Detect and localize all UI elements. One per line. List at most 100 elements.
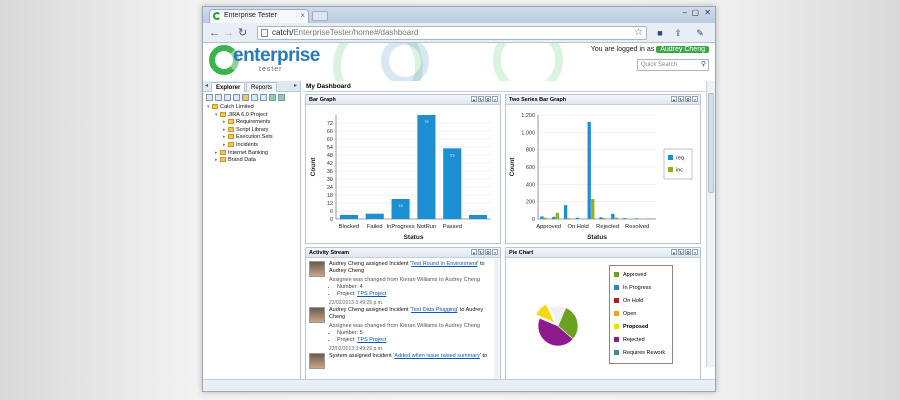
bar-req	[540, 216, 544, 219]
upload-icon[interactable]: ⇪	[673, 27, 683, 39]
activity-item: Audrey Cheng assigned Incident 'Test Dat…	[309, 307, 496, 353]
tab-reports[interactable]: Reports	[246, 82, 278, 92]
pie-chart	[535, 303, 579, 347]
bar-inc	[543, 217, 548, 219]
copy-icon[interactable]	[215, 94, 222, 101]
collapse-icon[interactable]: ▴	[471, 96, 477, 102]
legend-box	[663, 148, 693, 180]
refresh-icon[interactable]: ↻	[478, 249, 484, 255]
new-tab-button[interactable]	[312, 11, 328, 21]
close-icon[interactable]: ×	[492, 96, 498, 102]
dashboard: My Dashboard Bar Graph ▴ ↻ ⚙ × 0 6 12 18 24 30 36…	[303, 81, 705, 381]
forward-arrow-icon[interactable]: →	[223, 26, 234, 40]
bar-req	[599, 217, 603, 219]
project-label: Project:	[337, 291, 358, 297]
legend-swatch	[614, 285, 619, 291]
activity-scrollbar[interactable]	[494, 259, 499, 379]
activity-line: Audrey Cheng assigned Incident '	[329, 261, 412, 267]
settings-icon[interactable]: ⚙	[685, 96, 691, 102]
page-scrollbar-thumb[interactable]	[708, 93, 714, 193]
widget-title: Two Series Bar Graph	[509, 97, 567, 103]
pie-legend-item: Rejected	[614, 334, 668, 347]
incident-link[interactable]: Test Data Plugging	[411, 307, 457, 313]
settings-icon[interactable]: ⚙	[685, 249, 691, 255]
bar-chart: 0612182430364248546066723 41578533Blocked…	[310, 115, 491, 241]
legend-swatch	[614, 272, 619, 278]
incident-link[interactable]: Test Round In Environment	[411, 261, 477, 267]
incident-link[interactable]: Added when issue raised summary	[394, 353, 480, 359]
legend-label: In Progress	[623, 285, 652, 291]
tab-explorer[interactable]: Explorer	[211, 82, 246, 92]
tree-node[interactable]: ▸ Execution Sets	[207, 134, 300, 142]
x-tick-label: Approved	[536, 224, 561, 230]
close-icon[interactable]: ×	[692, 96, 698, 102]
tree-node[interactable]: ▸ Script Library	[207, 127, 300, 135]
tree-node[interactable]: ▸ Internet Banking	[207, 150, 300, 158]
extension-icon[interactable]: ■	[655, 27, 665, 39]
widget-controls: ▴ ↻ ⚙ ×	[671, 249, 698, 255]
maximize-icon[interactable]: ▢	[691, 8, 699, 17]
bookmark-star-icon[interactable]: ☆	[634, 27, 643, 39]
bar-data-label: 3	[477, 219, 480, 224]
link-icon[interactable]	[260, 94, 267, 101]
move-down-icon[interactable]	[278, 94, 285, 101]
paste-icon[interactable]	[224, 94, 231, 101]
address-bar[interactable]: catch/EnterpriseTester/home#/dashboard ☆	[257, 26, 647, 40]
delete-icon[interactable]	[233, 94, 240, 101]
reload-icon[interactable]: ↻	[238, 26, 247, 40]
pie-legend-item: Requires Rework	[614, 347, 668, 360]
collapse-icon[interactable]: ▴	[471, 249, 477, 255]
two-series-bar-widget: Two Series Bar Graph ▴ ↻ ⚙ × 0 200 400 600 800 1…	[505, 94, 701, 244]
app-header: enterprise tester You are logged in as A…	[203, 43, 715, 81]
refresh-icon[interactable]: ↻	[678, 96, 684, 102]
collapse-icon[interactable]: ▴	[671, 249, 677, 255]
legend-swatch	[614, 324, 619, 330]
tree-node[interactable]: ▾ JIRA 6.0 Project	[207, 112, 300, 120]
bar	[391, 199, 410, 219]
close-icon[interactable]: ×	[692, 249, 698, 255]
pie-legend-item: Proposed	[614, 321, 668, 334]
y-tick-label: 12	[327, 201, 333, 207]
refresh-icon[interactable]: ↻	[478, 96, 484, 102]
tree-node[interactable]: ▸ Brand Data	[207, 157, 300, 165]
new-item-icon[interactable]	[206, 94, 213, 101]
tree-node-label: JIRA 6.0 Project	[228, 111, 268, 118]
tree-node[interactable]: ▸ Incidents	[207, 142, 300, 150]
bar-req	[622, 218, 627, 219]
page-scrollbar[interactable]	[706, 81, 715, 367]
quick-search-input[interactable]: Quick Search ⚲	[637, 59, 709, 71]
folder-icon	[220, 149, 226, 155]
bar-req	[563, 205, 568, 219]
refresh-icon[interactable]	[251, 94, 258, 101]
collapse-arrow-icon[interactable]: ◂	[205, 81, 208, 91]
folder-icon[interactable]	[242, 94, 249, 101]
project-link[interactable]: TPS Project	[357, 291, 386, 297]
refresh-icon[interactable]: ↻	[678, 249, 684, 255]
user-name-badge[interactable]: Audrey Cheng	[656, 46, 709, 53]
x-tick-label: NotRun	[417, 224, 437, 230]
close-icon[interactable]: ×	[492, 249, 498, 255]
wrench-icon[interactable]: ✎	[695, 27, 705, 39]
project-link[interactable]: TPS Project	[357, 337, 386, 343]
widget-title: Pie Chart	[509, 250, 534, 256]
tab-close-icon[interactable]: ×	[300, 10, 305, 22]
close-window-icon[interactable]: ✕	[704, 8, 711, 17]
search-icon[interactable]: ⚲	[701, 60, 706, 70]
settings-icon[interactable]: ⚙	[485, 96, 491, 102]
bar-graph-widget: Bar Graph ▴ ↻ ⚙ × 0 6 12 18 24 30 36 42 48 54 60 66 72 3…	[305, 94, 501, 244]
move-up-icon[interactable]	[269, 94, 276, 101]
browser-tab[interactable]: Enterprise Tester ×	[209, 9, 309, 23]
settings-icon[interactable]: ⚙	[485, 249, 491, 255]
widget-header: Activity Stream ▴ ↻ ⚙ ×	[306, 248, 500, 258]
y-tick-label: 400	[526, 182, 535, 188]
panel-menu-icon[interactable]: ▸	[294, 81, 297, 91]
bar-req	[575, 217, 580, 219]
activity-detail-list: Number: 5Project: TPS Project	[337, 330, 496, 344]
tree-node[interactable]: ▾ Catch Limited	[207, 104, 300, 112]
back-arrow-icon[interactable]: ←	[209, 26, 220, 40]
legend-swatch	[614, 298, 619, 304]
tree-node[interactable]: ▸ Requirements	[207, 119, 300, 127]
collapse-icon[interactable]: ▴	[671, 96, 677, 102]
minimize-icon[interactable]: –	[683, 8, 687, 17]
dashboard-title: My Dashboard	[303, 81, 705, 92]
